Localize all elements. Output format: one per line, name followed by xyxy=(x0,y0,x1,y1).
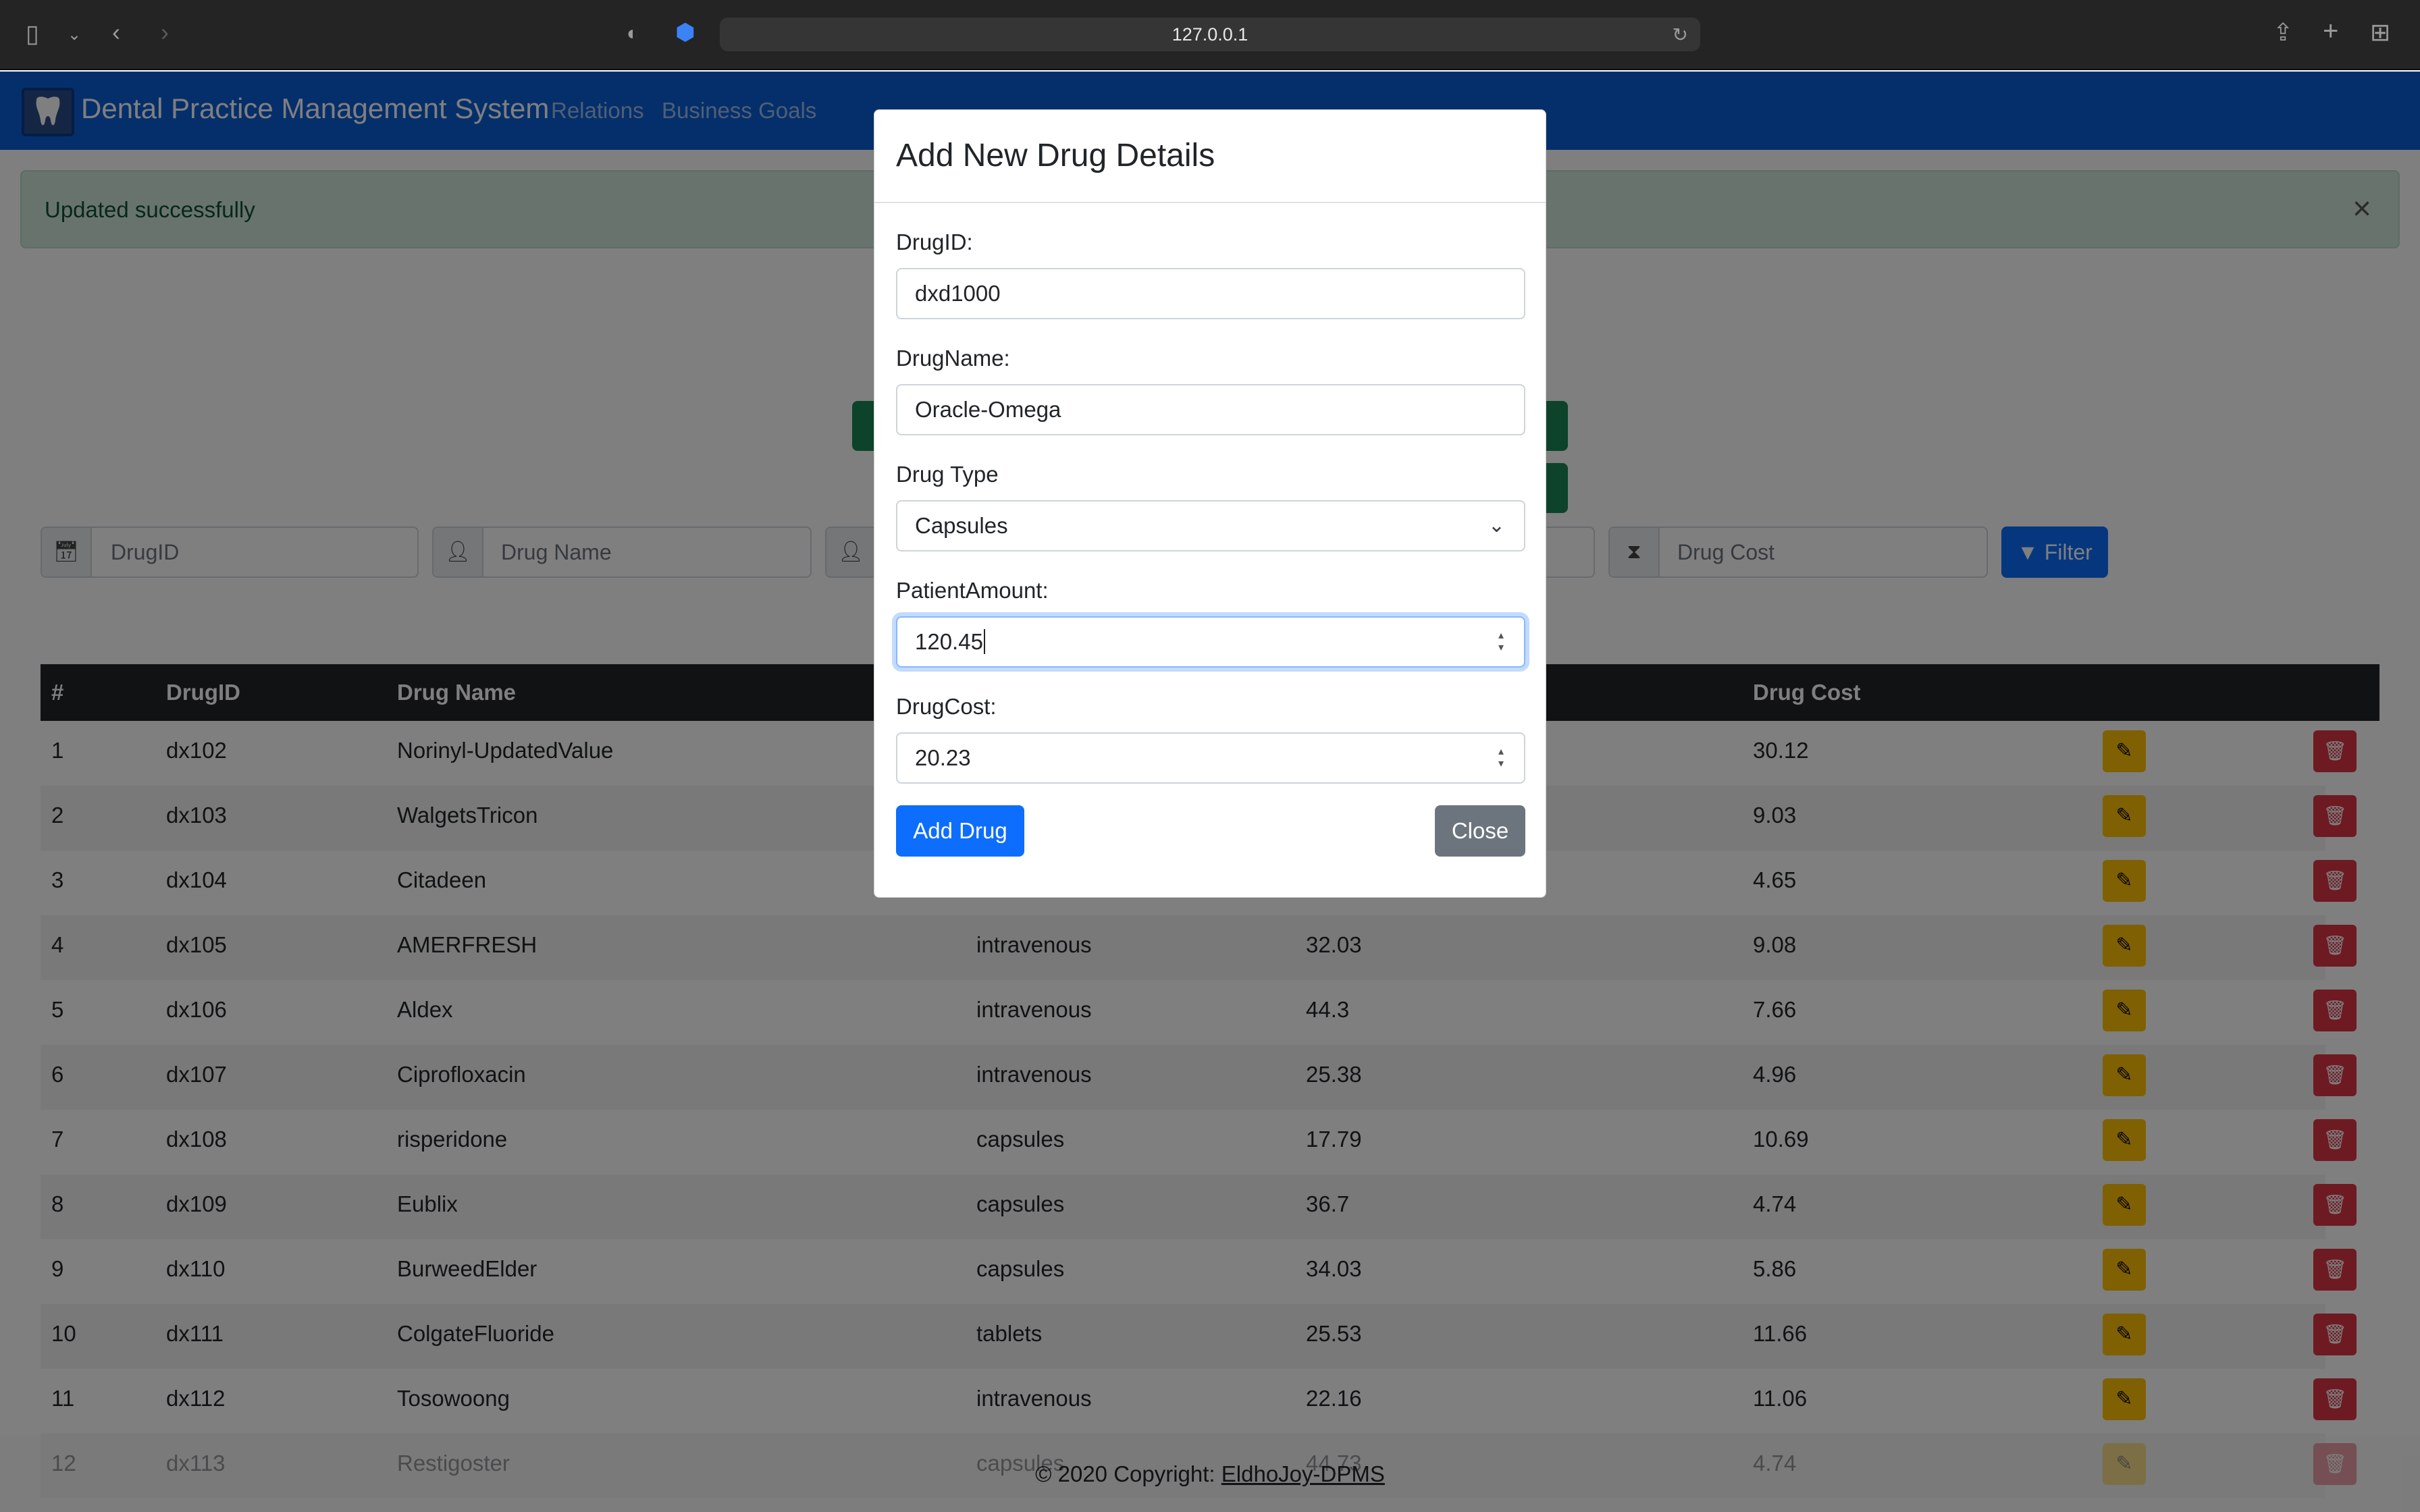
drugtype-select[interactable]: Capsules ⌄ xyxy=(896,500,1525,551)
modal-title: Add New Drug Details xyxy=(896,138,1215,173)
drugname-label: DrugName: xyxy=(896,346,1010,371)
number-stepper-icon[interactable]: ▴ ▾ xyxy=(1494,746,1508,770)
drugtype-label: Drug Type xyxy=(896,462,999,487)
patientamount-label: PatientAmount: xyxy=(896,578,1049,603)
patientamount-field[interactable]: 120.45 ▴ ▾ xyxy=(896,616,1525,668)
shield-icon[interactable]: ◐ xyxy=(627,22,639,46)
drugcost-label: DrugCost: xyxy=(896,694,997,719)
drugtype-value: Capsules xyxy=(915,513,1008,538)
sidebar-toggle-icon[interactable]: ▯ xyxy=(26,22,39,46)
add-drug-modal: Add New Drug Details DrugID: dxd1000 Dru… xyxy=(874,109,1546,898)
patientamount-value: 120.45 xyxy=(915,629,983,654)
drugname-field[interactable]: Oracle-Omega xyxy=(896,384,1525,435)
drugcost-value: 20.23 xyxy=(915,745,971,770)
browser-toolbar: ▯ ⌄ ‹ › ◐ ⬢ 127.0.0.1 ↻ ⇪ + ⊞ xyxy=(0,0,2420,70)
drugid-label: DrugID: xyxy=(896,230,973,254)
modal-divider xyxy=(874,202,1546,203)
chevron-down-icon[interactable]: ⌄ xyxy=(68,23,81,47)
tab-overview-icon[interactable]: ⊞ xyxy=(2370,20,2390,45)
chevron-down-icon: ⌄ xyxy=(1488,514,1505,537)
drugid-value: dxd1000 xyxy=(915,281,1001,306)
drugname-value: Oracle-Omega xyxy=(915,397,1061,422)
url-text: 127.0.0.1 xyxy=(1172,24,1248,45)
extension-icon[interactable]: ⬢ xyxy=(675,20,695,45)
drugid-field[interactable]: dxd1000 xyxy=(896,268,1525,319)
forward-arrow-icon[interactable]: › xyxy=(161,20,169,45)
reload-icon[interactable]: ↻ xyxy=(1673,23,1688,47)
add-drug-button[interactable]: Add Drug xyxy=(896,805,1024,857)
back-arrow-icon[interactable]: ‹ xyxy=(112,20,120,45)
close-button[interactable]: Close xyxy=(1435,805,1525,857)
text-cursor xyxy=(983,629,985,654)
new-tab-icon[interactable]: + xyxy=(2323,18,2338,45)
url-bar[interactable]: 127.0.0.1 ↻ xyxy=(720,18,1700,51)
number-stepper-icon[interactable]: ▴ ▾ xyxy=(1494,630,1508,654)
drugcost-field[interactable]: 20.23 ▴ ▾ xyxy=(896,732,1525,784)
share-icon[interactable]: ⇪ xyxy=(2273,20,2293,45)
